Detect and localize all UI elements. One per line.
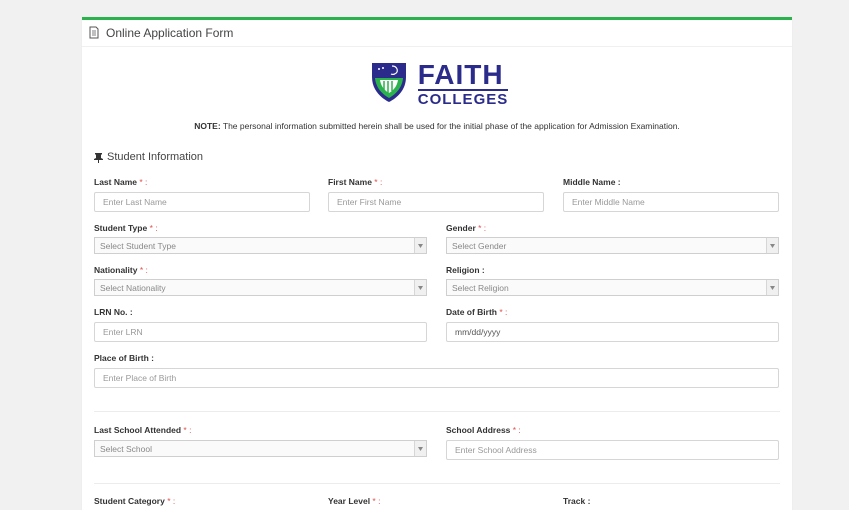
admission-note: NOTE: The personal information submitted… bbox=[82, 121, 792, 131]
last-school-label: Last School Attended * : bbox=[94, 425, 192, 435]
student-information-heading: Student Information bbox=[94, 151, 203, 163]
middle-name-label: Middle Name : bbox=[563, 177, 621, 187]
note-text: The personal information submitted herei… bbox=[220, 121, 680, 131]
chevron-down-icon bbox=[766, 280, 778, 295]
nationality-label: Nationality * : bbox=[94, 265, 148, 275]
religion-label: Religion : bbox=[446, 265, 485, 275]
lrn-input[interactable]: Enter LRN bbox=[94, 322, 427, 342]
faith-colleges-logo: FAITH COLLEGES bbox=[366, 58, 509, 110]
application-form-panel: Online Application Form FAITH COLLEGES N… bbox=[82, 17, 792, 510]
religion-select[interactable]: Select Religion bbox=[446, 279, 779, 296]
gender-label: Gender * : bbox=[446, 223, 487, 233]
nationality-select[interactable]: Select Nationality bbox=[94, 279, 427, 296]
pin-icon bbox=[94, 152, 104, 163]
school-address-input[interactable]: Enter School Address bbox=[446, 440, 779, 460]
first-name-input[interactable]: Enter First Name bbox=[328, 192, 544, 212]
student-type-label: Student Type * : bbox=[94, 223, 158, 233]
place-of-birth-input[interactable]: Enter Place of Birth bbox=[94, 368, 779, 388]
date-of-birth-label: Date of Birth * : bbox=[446, 307, 508, 317]
logo-area: FAITH COLLEGES bbox=[82, 58, 792, 110]
brand-colleges: COLLEGES bbox=[417, 89, 509, 108]
chevron-down-icon bbox=[414, 280, 426, 295]
chevron-down-icon bbox=[414, 238, 426, 253]
student-category-label: Student Category * : bbox=[94, 496, 176, 506]
year-level-label: Year Level * : bbox=[328, 496, 381, 506]
section-divider bbox=[94, 483, 780, 484]
middle-name-input[interactable]: Enter Middle Name bbox=[563, 192, 779, 212]
last-school-select[interactable]: Select School bbox=[94, 440, 427, 457]
section-title-text: Student Information bbox=[107, 151, 204, 163]
student-type-select[interactable]: Select Student Type bbox=[94, 237, 427, 254]
form-title: Online Application Form bbox=[106, 26, 234, 40]
panel-heading: Online Application Form bbox=[82, 20, 792, 47]
school-address-label: School Address * : bbox=[446, 425, 521, 435]
first-name-label: First Name * : bbox=[328, 177, 383, 187]
place-of-birth-label: Place of Birth : bbox=[94, 353, 154, 363]
document-icon bbox=[88, 26, 102, 40]
last-name-label: Last Name * : bbox=[94, 177, 148, 187]
section-divider bbox=[94, 411, 780, 412]
last-name-input[interactable]: Enter Last Name bbox=[94, 192, 310, 212]
chevron-down-icon bbox=[414, 441, 426, 456]
note-label: NOTE: bbox=[194, 121, 221, 131]
track-label: Track : bbox=[563, 496, 591, 506]
chevron-down-icon bbox=[766, 238, 778, 253]
shield-icon bbox=[366, 60, 412, 109]
gender-select[interactable]: Select Gender bbox=[446, 237, 779, 254]
brand-text: FAITH COLLEGES bbox=[417, 59, 509, 108]
lrn-label: LRN No. : bbox=[94, 307, 133, 317]
date-of-birth-input[interactable]: mm/dd/yyyy bbox=[446, 322, 779, 342]
brand-faith: FAITH bbox=[417, 59, 504, 90]
